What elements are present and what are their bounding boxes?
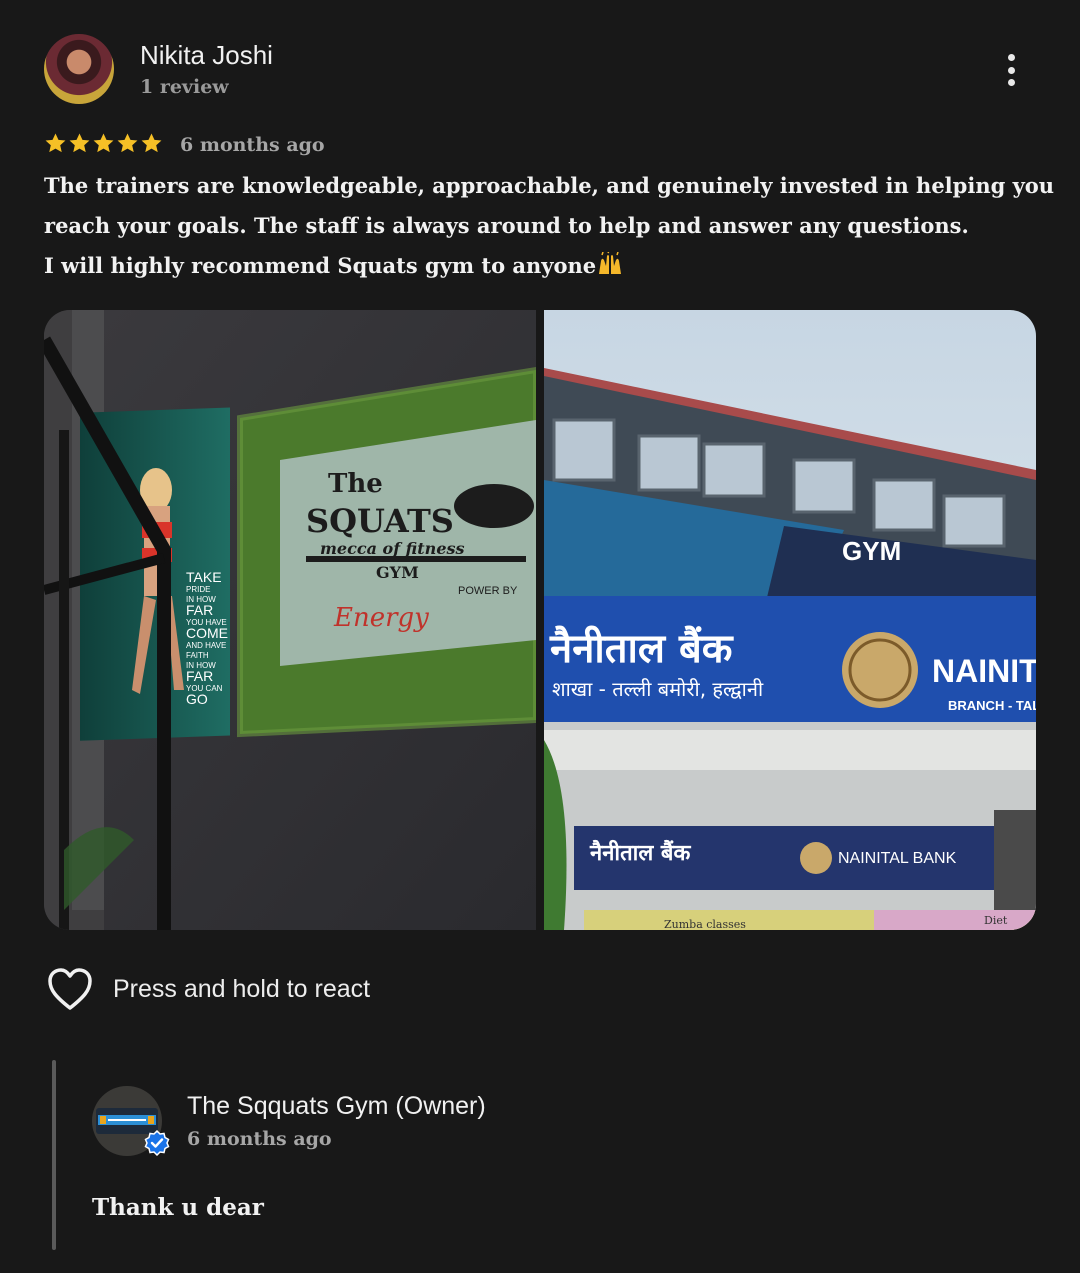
more-dot-icon <box>1007 54 1015 61</box>
heart-outline-icon[interactable] <box>46 966 94 1012</box>
sign-line-1: The <box>328 469 383 499</box>
review-body: The trainers are knowledgeable, approach… <box>44 166 1055 286</box>
sign-line-3: mecca of fitness <box>320 539 465 558</box>
react-prompt[interactable]: Press and hold to react <box>113 975 370 1004</box>
bank-english-name: NAINIT <box>932 653 1036 689</box>
sign-power-by: POWER BY <box>458 585 518 597</box>
poster-text-line: PRIDE <box>186 585 210 594</box>
poster-text-line: AND HAVE <box>186 641 226 650</box>
owner-reply-time: 6 months ago <box>187 1128 332 1150</box>
owner-reply-text: Thank u dear <box>92 1194 264 1221</box>
poster-text-line: FAR <box>186 668 213 684</box>
poster-text-line: FAR <box>186 602 213 618</box>
reply-divider <box>52 1060 56 1250</box>
sign-line-4: GYM <box>376 563 419 582</box>
lower-bank-hindi: नैनीताल बैंक <box>589 839 691 866</box>
owner-avatar[interactable] <box>92 1086 170 1156</box>
star-icon <box>141 133 162 153</box>
poster-text-line: FAITH <box>186 651 209 660</box>
bank-hindi-branch: शाखा - तल्ली बमोरी, हल्द्वानी <box>552 677 764 701</box>
poster-text-line: COME <box>186 625 228 641</box>
raising-hands-icon <box>599 252 622 274</box>
lower-bank-english: NAINITAL BANK <box>838 850 957 867</box>
review-line-text: I will highly recommend Squats gym to an… <box>44 253 597 278</box>
poster-text-line: TAKE <box>186 569 222 585</box>
star-rating <box>44 132 163 155</box>
gym-sign-text: GYM <box>842 536 901 566</box>
more-dot-icon <box>1007 79 1015 86</box>
sign-line-2: SQUATS <box>306 502 454 540</box>
strip-text: Zumba classes <box>664 918 746 930</box>
bank-english-branch: BRANCH - TAL <box>948 698 1036 713</box>
poster-text-line: GO <box>186 691 208 707</box>
owner-name[interactable]: The Sqquats Gym (Owner) <box>187 1092 486 1121</box>
star-icon <box>93 133 114 153</box>
reviewer-review-count: 1 review <box>140 76 229 98</box>
verified-badge-icon <box>144 1130 170 1156</box>
review-line: I will highly recommend Squats gym to an… <box>44 246 1044 286</box>
strip-text-2: Diet <box>984 914 1008 927</box>
review-line: reach your goals. The staff is always ar… <box>44 213 969 238</box>
more-options-button[interactable] <box>996 50 1026 90</box>
sign-brand: Energy <box>333 603 429 633</box>
review-photo-2[interactable]: GYM नैनीताल बैंक शाखा - तल्ली बमोरी, हल्… <box>544 310 1036 930</box>
star-icon <box>45 133 66 153</box>
reviewer-avatar[interactable] <box>44 34 114 104</box>
review-photo-1[interactable]: TAKE PRIDE IN HOW FAR YOU HAVE COME AND HAVE FA… <box>44 310 536 930</box>
bank-hindi-name: नैनीताल बैंक <box>549 625 734 672</box>
review-card: Nikita Joshi 1 review 6 months ago The t… <box>0 0 1080 1273</box>
star-icon <box>117 133 138 153</box>
reviewer-name[interactable]: Nikita Joshi <box>140 40 273 71</box>
star-icon <box>69 133 90 153</box>
more-dot-icon <box>1007 66 1015 74</box>
review-time: 6 months ago <box>180 134 325 156</box>
review-line: The trainers are knowledgeable, approach… <box>44 173 1055 198</box>
